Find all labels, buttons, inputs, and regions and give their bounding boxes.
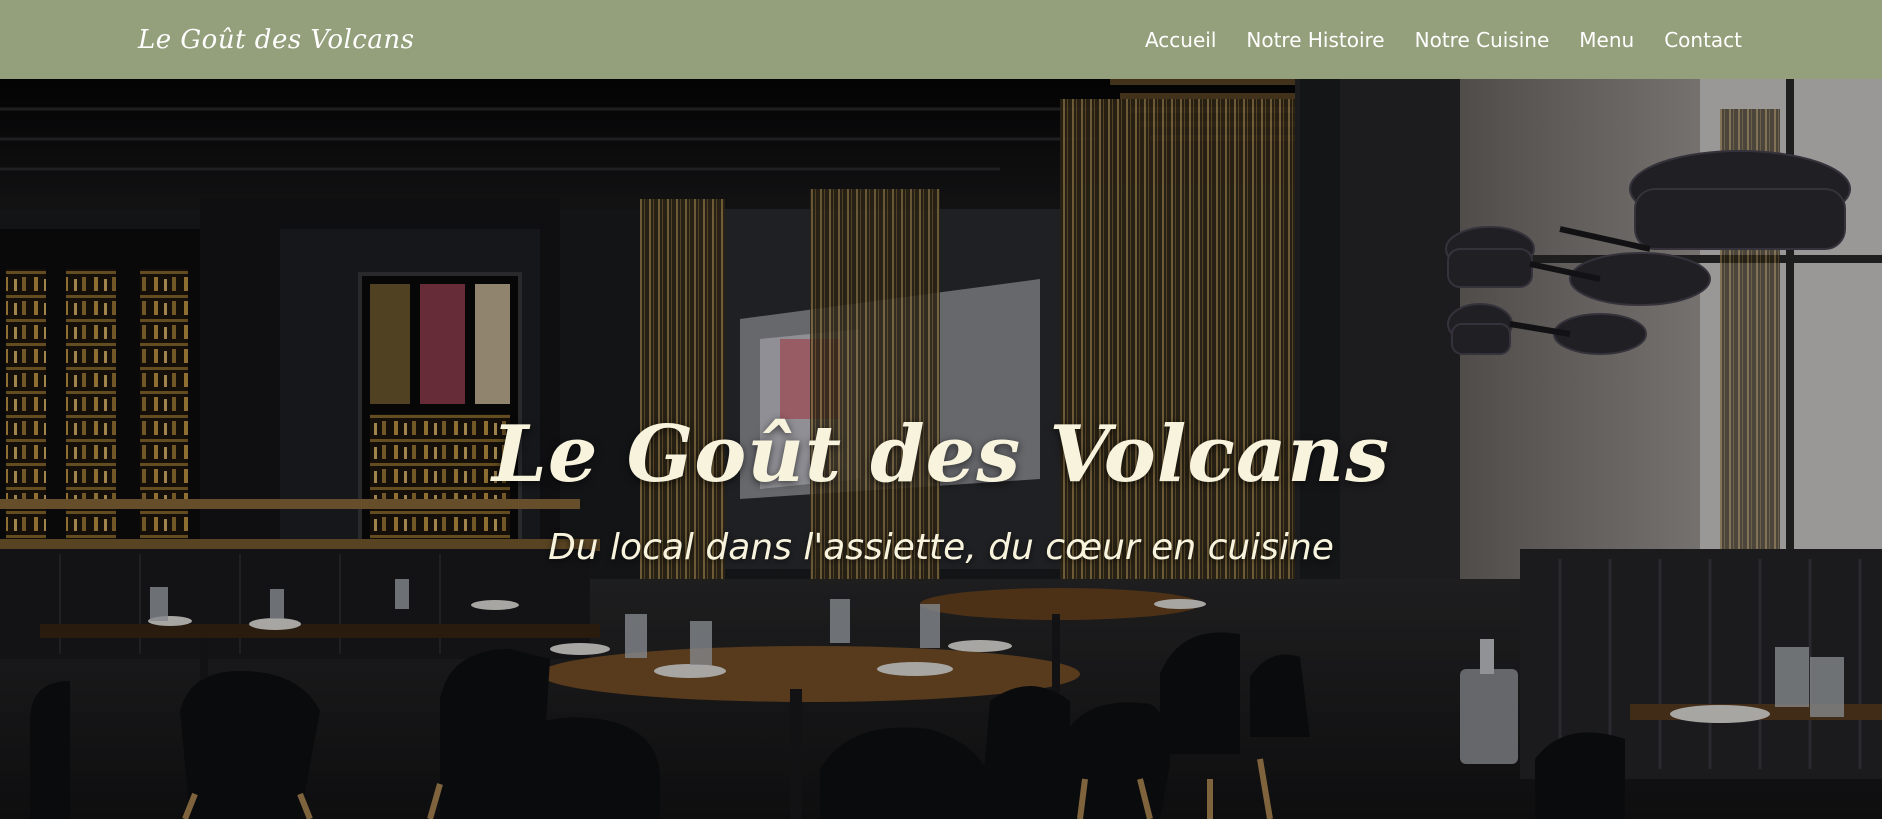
nav-link-contact[interactable]: Contact [1664,28,1742,52]
hero-section: Le Goût des Volcans Du local dans l'assi… [0,79,1882,819]
main-nav: Accueil Notre Histoire Notre Cuisine Men… [1145,28,1742,52]
navbar: Le Goût des Volcans Accueil Notre Histoi… [0,0,1882,79]
site-logo[interactable]: Le Goût des Volcans [138,25,414,55]
nav-link-notre-cuisine[interactable]: Notre Cuisine [1415,28,1550,52]
hero-subtitle: Du local dans l'assiette, du cœur en cui… [548,527,1334,568]
hero-title: Le Goût des Volcans [491,409,1391,500]
nav-link-accueil[interactable]: Accueil [1145,28,1216,52]
nav-link-notre-histoire[interactable]: Notre Histoire [1246,28,1384,52]
nav-link-menu[interactable]: Menu [1579,28,1634,52]
